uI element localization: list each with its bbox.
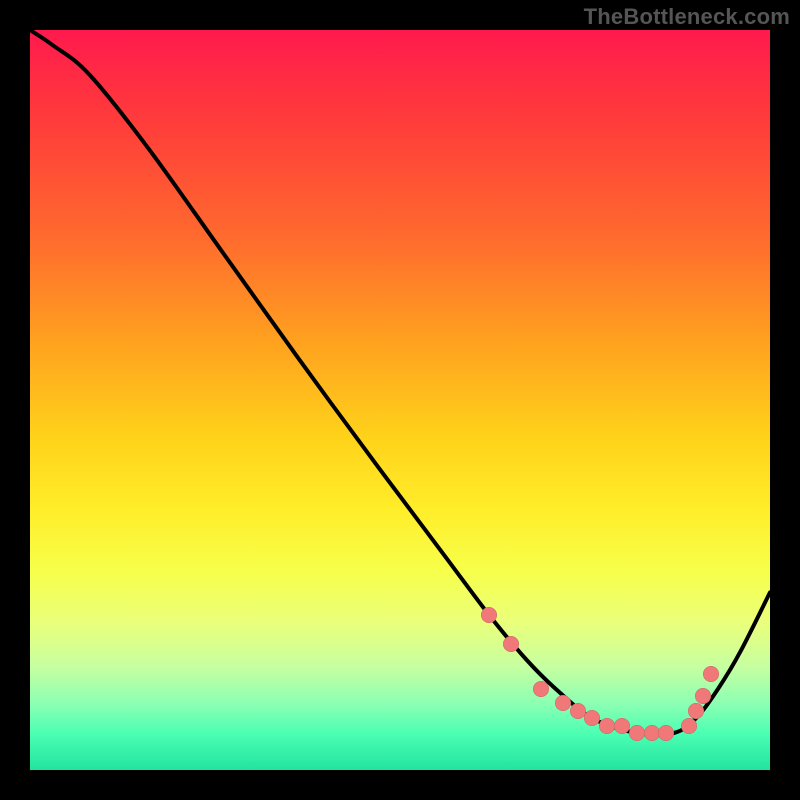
curve-svg bbox=[30, 30, 770, 770]
marker-dot bbox=[614, 718, 630, 734]
marker-dot bbox=[629, 725, 645, 741]
marker-dot bbox=[688, 703, 704, 719]
curve-line bbox=[30, 30, 770, 735]
marker-dot bbox=[681, 718, 697, 734]
watermark-text: TheBottleneck.com bbox=[584, 4, 790, 30]
marker-dot bbox=[644, 725, 660, 741]
marker-dot bbox=[481, 607, 497, 623]
marker-dot bbox=[533, 681, 549, 697]
chart-frame: TheBottleneck.com bbox=[0, 0, 800, 800]
marker-dot bbox=[570, 703, 586, 719]
plot-area bbox=[30, 30, 770, 770]
marker-dot bbox=[703, 666, 719, 682]
marker-dot bbox=[599, 718, 615, 734]
